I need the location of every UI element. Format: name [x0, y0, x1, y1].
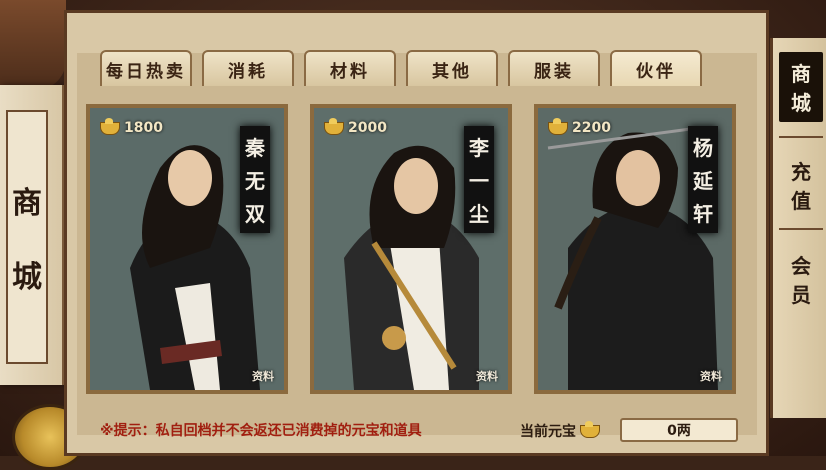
currency-label: 当前元宝: [520, 420, 600, 441]
nav-membership[interactable]: 会 员: [779, 250, 823, 308]
info-tag[interactable]: 资料: [700, 368, 722, 384]
gold-ingot-icon: [580, 420, 600, 438]
nav-char: 城: [791, 91, 811, 115]
left-shop-title: 商 城: [6, 110, 48, 364]
price-value: 2200: [572, 120, 611, 136]
nav-char: 商: [791, 62, 811, 86]
scroll-handle-decoration: [0, 0, 66, 90]
tab-materials[interactable]: 材料: [304, 50, 396, 86]
currency-value: 0两: [620, 418, 738, 442]
tab-partners[interactable]: 伙伴: [610, 50, 702, 86]
name-char: 无: [245, 169, 265, 193]
name-char: 秦: [245, 136, 265, 160]
name-char: 一: [469, 169, 489, 193]
tab-daily-hot[interactable]: 每日热卖: [100, 50, 192, 86]
price: 2000: [324, 117, 387, 136]
nav-char: 员: [791, 283, 811, 307]
tip-text: ※提示：私自回档并不会返还已消费掉的元宝和道具: [100, 423, 422, 439]
tab-clothing[interactable]: 服装: [508, 50, 600, 86]
partner-card-yang-yanxuan[interactable]: 2200 杨 延 轩 资料: [534, 104, 736, 394]
tab-others[interactable]: 其他: [406, 50, 498, 86]
price: 1800: [100, 117, 163, 136]
nav-char: 充: [791, 160, 811, 184]
partner-name: 秦 无 双: [240, 126, 270, 233]
right-nav: 商 城 充 值 会 员: [770, 38, 826, 418]
nav-char: 会: [791, 254, 811, 278]
left-title-char-1: 商: [12, 186, 42, 221]
partner-name: 李 一 尘: [464, 126, 494, 233]
nav-shop[interactable]: 商 城: [779, 52, 823, 122]
name-char: 李: [469, 136, 489, 160]
partner-card-qin-wushuang[interactable]: 1800 秦 无 双 资料: [86, 104, 288, 394]
gold-ingot-icon: [548, 117, 568, 135]
name-char: 尘: [469, 202, 489, 226]
name-char: 轩: [693, 202, 713, 226]
name-char: 杨: [693, 136, 713, 160]
partner-name: 杨 延 轩: [688, 126, 718, 233]
category-tabs: 每日热卖 消耗 材料 其他 服装 伙伴: [100, 50, 702, 86]
left-title-char-2: 城: [12, 260, 42, 295]
gold-ingot-icon: [100, 117, 120, 135]
nav-recharge[interactable]: 充 值: [779, 156, 823, 214]
tab-consumables[interactable]: 消耗: [202, 50, 294, 86]
divider: [779, 228, 823, 230]
partner-card-li-yichen[interactable]: 2000 李 一 尘 资料: [310, 104, 512, 394]
price-value: 1800: [124, 120, 163, 136]
price-value: 2000: [348, 120, 387, 136]
gold-ingot-icon: [324, 117, 344, 135]
info-tag[interactable]: 资料: [476, 368, 498, 384]
price: 2200: [548, 117, 611, 136]
nav-char: 值: [791, 189, 811, 213]
currency-label-text: 当前元宝: [520, 424, 576, 440]
divider: [779, 136, 823, 138]
name-char: 双: [245, 202, 265, 226]
name-char: 延: [693, 169, 713, 193]
partner-cards: 1800 秦 无 双 资料 2000 李 一 尘 资料 2200 杨 延 轩 资…: [86, 104, 736, 394]
info-tag[interactable]: 资料: [252, 368, 274, 384]
